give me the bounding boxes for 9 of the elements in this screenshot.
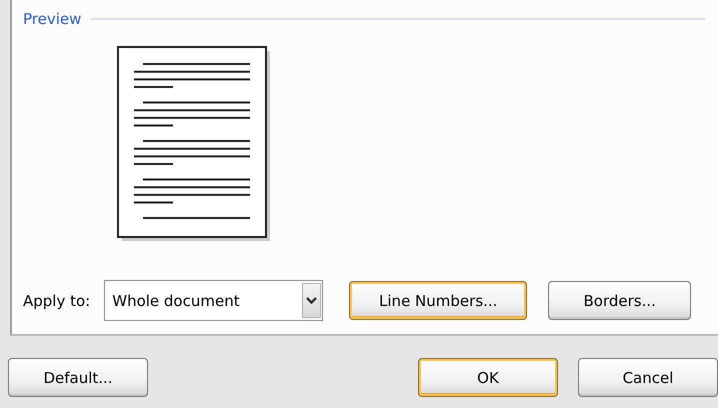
chevron-down-icon	[306, 296, 318, 304]
field-label: Apply to:	[23, 292, 90, 310]
dialog-button[interactable]: Cancel	[578, 358, 718, 397]
apply-to-dropdown[interactable]: Whole document	[104, 280, 324, 321]
dialog-button[interactable]: Borders...	[548, 281, 692, 320]
dialog-button[interactable]: OK	[418, 358, 558, 397]
group-legend: Preview	[23, 10, 82, 28]
dialog-button[interactable]: Line Numbers...	[349, 281, 528, 320]
dialog-button[interactable]: Default...	[8, 358, 148, 397]
